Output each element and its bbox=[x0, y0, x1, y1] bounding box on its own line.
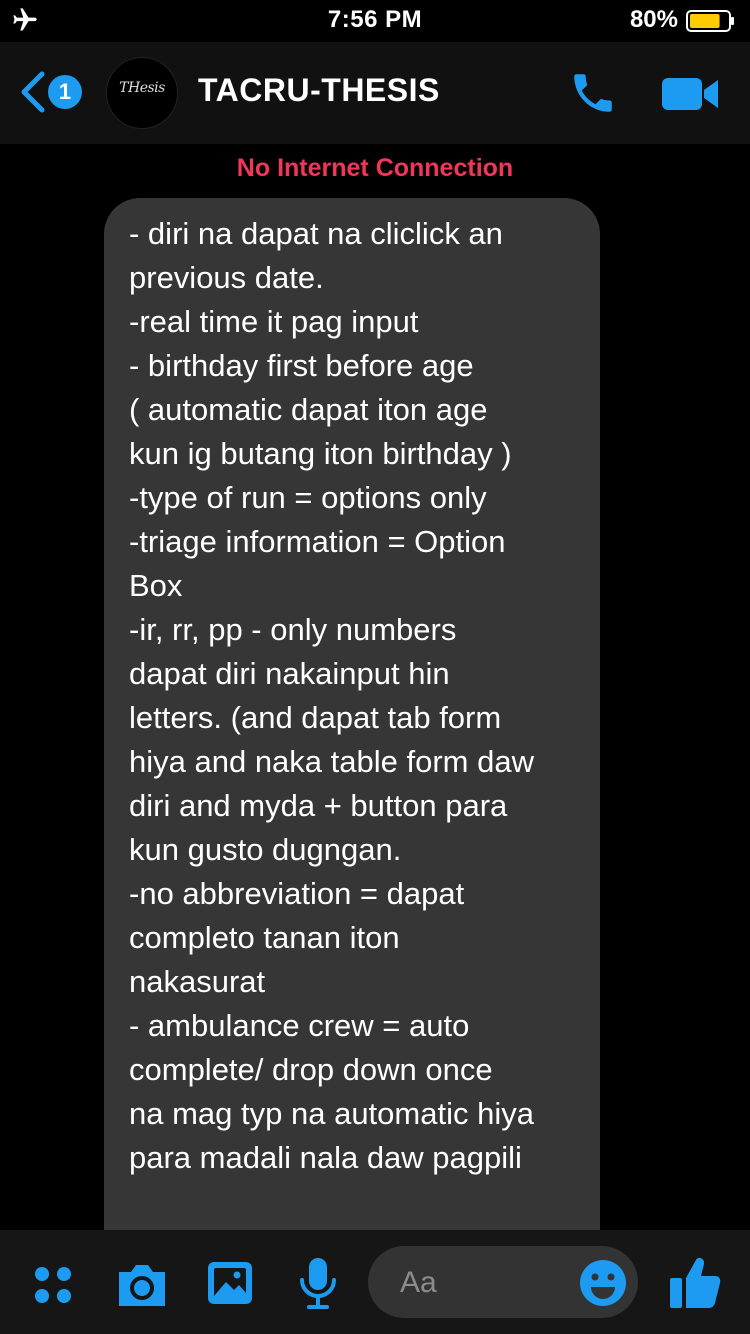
message-line: -triage information = Option bbox=[129, 524, 506, 559]
message-line: complete/ drop down once bbox=[129, 1052, 493, 1087]
composer-bar bbox=[0, 1230, 750, 1334]
message-line: diri and myda + button para bbox=[129, 788, 508, 823]
message-line: -real time it pag input bbox=[129, 304, 419, 339]
message-line: Box bbox=[129, 568, 183, 603]
battery-icon bbox=[686, 10, 734, 32]
message-line: dapat diri nakainput hin bbox=[129, 656, 450, 691]
chat-title[interactable]: TACRU-THESIS bbox=[198, 72, 440, 109]
video-camera-icon[interactable] bbox=[660, 74, 722, 114]
message-line: ( automatic dapat iton age bbox=[129, 392, 488, 427]
message-line: kun gusto dugngan. bbox=[129, 832, 402, 867]
battery-percentage: 80% bbox=[629, 6, 678, 33]
message-line: - birthday first before age bbox=[129, 348, 474, 383]
group-avatar[interactable]: THesis bbox=[106, 57, 178, 129]
no-internet-banner: No Internet Connection bbox=[236, 154, 514, 182]
message-line: nakasurat bbox=[129, 964, 266, 999]
apps-icon[interactable] bbox=[32, 1264, 76, 1308]
message-bubble[interactable]: - diri na dapat na cliclick an previous d… bbox=[104, 198, 600, 1278]
message-text: - diri na dapat na cliclick an previous d… bbox=[129, 212, 588, 1180]
message-line: letters. (and dapat tab form bbox=[129, 700, 502, 735]
message-input[interactable] bbox=[398, 1260, 582, 1306]
message-line: hiya and naka table form daw bbox=[129, 744, 534, 779]
microphone-icon[interactable] bbox=[298, 1256, 338, 1310]
message-line: previous date. bbox=[129, 260, 324, 295]
emoji-icon[interactable] bbox=[578, 1258, 628, 1308]
unread-badge: 1 bbox=[48, 75, 82, 109]
message-line: -ir, rr, pp - only numbers bbox=[129, 612, 457, 647]
back-button[interactable]: 1 bbox=[18, 68, 88, 116]
message-line: - ambulance crew = auto bbox=[129, 1008, 470, 1043]
thumbs-up-icon[interactable] bbox=[668, 1254, 722, 1310]
message-line: - diri na dapat na cliclick an bbox=[129, 216, 503, 251]
phone-icon[interactable] bbox=[566, 68, 620, 118]
message-line: para madali nala daw pagpili bbox=[129, 1140, 522, 1175]
message-line: kun ig butang iton birthday ) bbox=[129, 436, 512, 471]
message-line: na mag typ na automatic hiya bbox=[129, 1096, 534, 1131]
gallery-icon[interactable] bbox=[206, 1260, 254, 1306]
chat-header: 1 THesis TACRU-THESIS bbox=[0, 42, 750, 144]
message-line: -type of run = options only bbox=[129, 480, 487, 515]
chevron-left-icon bbox=[21, 71, 45, 113]
status-bar: 7:56 PM 80% bbox=[0, 0, 750, 40]
camera-icon[interactable] bbox=[115, 1260, 169, 1308]
message-line: -no abbreviation = dapat bbox=[129, 876, 465, 911]
message-line: completo tanan iton bbox=[129, 920, 400, 955]
avatar-logo: THesis bbox=[119, 80, 165, 96]
